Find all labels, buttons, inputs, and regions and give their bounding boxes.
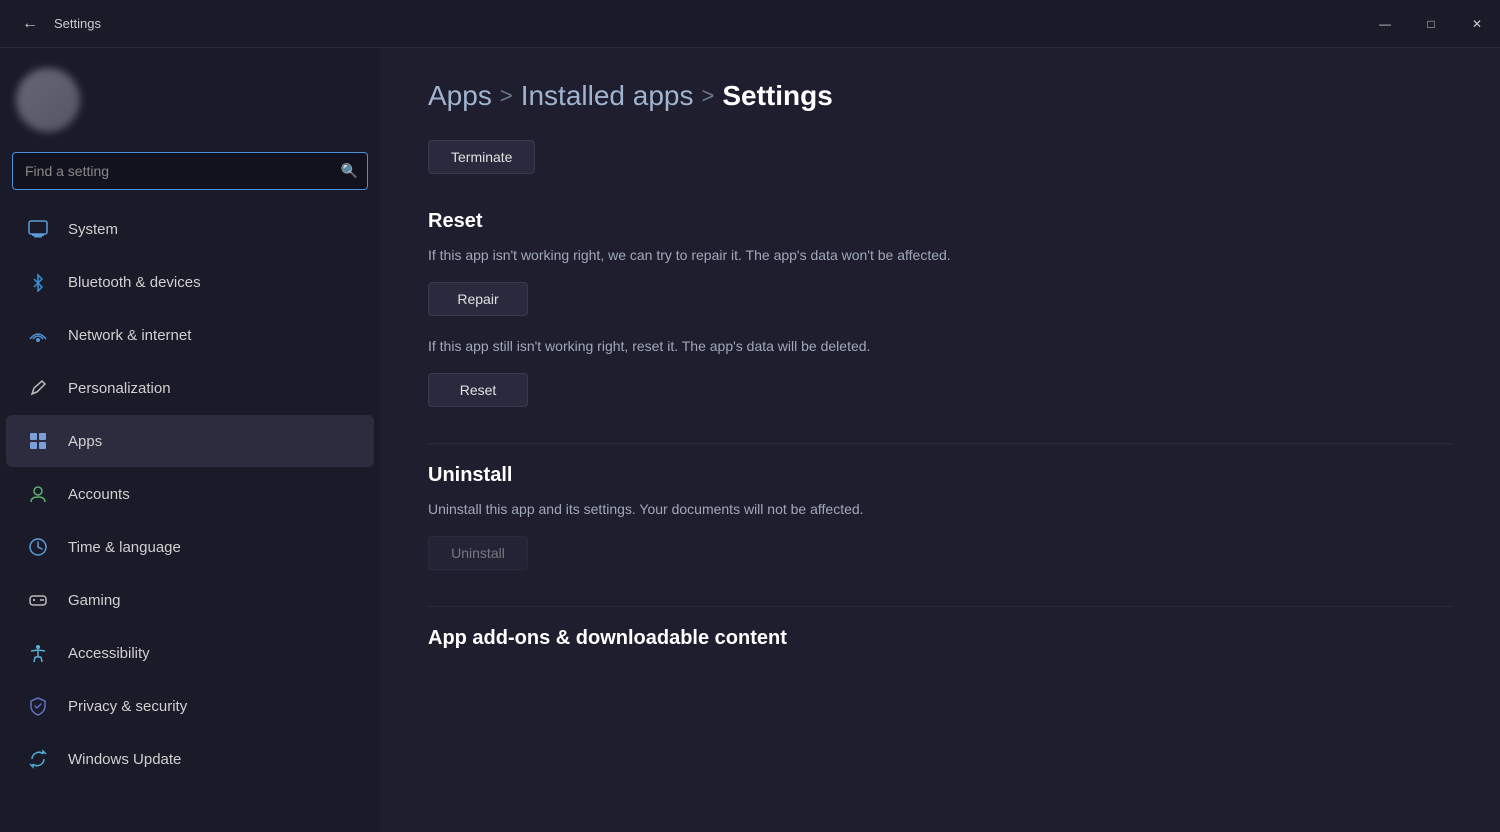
breadcrumb-sep1: > bbox=[500, 83, 513, 109]
repair-button[interactable]: Repair bbox=[428, 282, 528, 316]
sidebar: 🔍 System Bluetooth & devices Network & int… bbox=[0, 48, 380, 832]
maximize-button[interactable]: □ bbox=[1408, 0, 1454, 48]
accessibility-icon bbox=[22, 637, 54, 669]
network-icon bbox=[22, 319, 54, 351]
divider2 bbox=[428, 606, 1452, 607]
terminate-section: Terminate bbox=[428, 140, 1452, 174]
divider1 bbox=[428, 443, 1452, 444]
uninstall-desc: Uninstall this app and its settings. You… bbox=[428, 499, 1452, 520]
sidebar-item-label-personalization: Personalization bbox=[68, 380, 171, 397]
search-icon: 🔍 bbox=[341, 163, 358, 180]
sidebar-item-accessibility[interactable]: Accessibility bbox=[6, 627, 374, 679]
close-button[interactable]: ✕ bbox=[1454, 0, 1500, 48]
sidebar-item-label-network: Network & internet bbox=[68, 327, 191, 344]
titlebar-title: Settings bbox=[54, 16, 101, 31]
update-icon bbox=[22, 743, 54, 775]
sidebar-item-personalization[interactable]: Personalization bbox=[6, 362, 374, 414]
search-box: 🔍 bbox=[12, 152, 368, 190]
sidebar-item-label-bluetooth: Bluetooth & devices bbox=[68, 274, 201, 291]
reset-section: Reset If this app isn't working right, w… bbox=[428, 210, 1452, 407]
uninstall-section: Uninstall Uninstall this app and its set… bbox=[428, 464, 1452, 570]
sidebar-item-apps[interactable]: Apps bbox=[6, 415, 374, 467]
profile-area bbox=[0, 56, 380, 148]
gaming-icon bbox=[22, 584, 54, 616]
sidebar-item-network[interactable]: Network & internet bbox=[6, 309, 374, 361]
breadcrumb-apps[interactable]: Apps bbox=[428, 80, 492, 112]
addons-section: App add-ons & downloadable content bbox=[428, 627, 1452, 650]
uninstall-title: Uninstall bbox=[428, 464, 1452, 487]
addons-title: App add-ons & downloadable content bbox=[428, 627, 1452, 650]
titlebar: ← Settings — □ ✕ bbox=[0, 0, 1500, 48]
sidebar-item-label-time: Time & language bbox=[68, 539, 181, 556]
sidebar-nav: System Bluetooth & devices Network & inter… bbox=[0, 202, 380, 786]
sidebar-item-label-system: System bbox=[68, 221, 118, 238]
apps-icon bbox=[22, 425, 54, 457]
terminate-button[interactable]: Terminate bbox=[428, 140, 535, 174]
reset-desc2: If this app still isn't working right, r… bbox=[428, 336, 1452, 357]
sidebar-item-label-update: Windows Update bbox=[68, 751, 181, 768]
personalization-icon bbox=[22, 372, 54, 404]
sidebar-item-privacy[interactable]: Privacy & security bbox=[6, 680, 374, 732]
sidebar-item-label-apps: Apps bbox=[68, 433, 102, 450]
privacy-icon bbox=[22, 690, 54, 722]
breadcrumb: Apps > Installed apps > Settings bbox=[428, 80, 1452, 112]
sidebar-item-label-gaming: Gaming bbox=[68, 592, 121, 609]
breadcrumb-current: Settings bbox=[722, 80, 832, 112]
sidebar-item-time[interactable]: Time & language bbox=[6, 521, 374, 573]
system-icon bbox=[22, 213, 54, 245]
reset-button[interactable]: Reset bbox=[428, 373, 528, 407]
window-controls: — □ ✕ bbox=[1362, 0, 1500, 48]
minimize-button[interactable]: — bbox=[1362, 0, 1408, 48]
time-icon bbox=[22, 531, 54, 563]
back-button[interactable]: ← bbox=[16, 10, 44, 38]
bluetooth-icon bbox=[22, 266, 54, 298]
uninstall-button[interactable]: Uninstall bbox=[428, 536, 528, 570]
sidebar-item-label-privacy: Privacy & security bbox=[68, 698, 187, 715]
sidebar-item-accounts[interactable]: Accounts bbox=[6, 468, 374, 520]
sidebar-item-label-accessibility: Accessibility bbox=[68, 645, 150, 662]
sidebar-item-system[interactable]: System bbox=[6, 203, 374, 255]
main-layout: 🔍 System Bluetooth & devices Network & int… bbox=[0, 48, 1500, 832]
sidebar-item-update[interactable]: Windows Update bbox=[6, 733, 374, 785]
breadcrumb-installed[interactable]: Installed apps bbox=[521, 80, 694, 112]
sidebar-item-bluetooth[interactable]: Bluetooth & devices bbox=[6, 256, 374, 308]
accounts-icon bbox=[22, 478, 54, 510]
search-input[interactable] bbox=[12, 152, 368, 190]
sidebar-item-gaming[interactable]: Gaming bbox=[6, 574, 374, 626]
breadcrumb-sep2: > bbox=[701, 83, 714, 109]
main-content: Apps > Installed apps > Settings Termina… bbox=[380, 48, 1500, 832]
avatar bbox=[16, 68, 80, 132]
reset-title: Reset bbox=[428, 210, 1452, 233]
sidebar-item-label-accounts: Accounts bbox=[68, 486, 130, 503]
reset-desc1: If this app isn't working right, we can … bbox=[428, 245, 1452, 266]
